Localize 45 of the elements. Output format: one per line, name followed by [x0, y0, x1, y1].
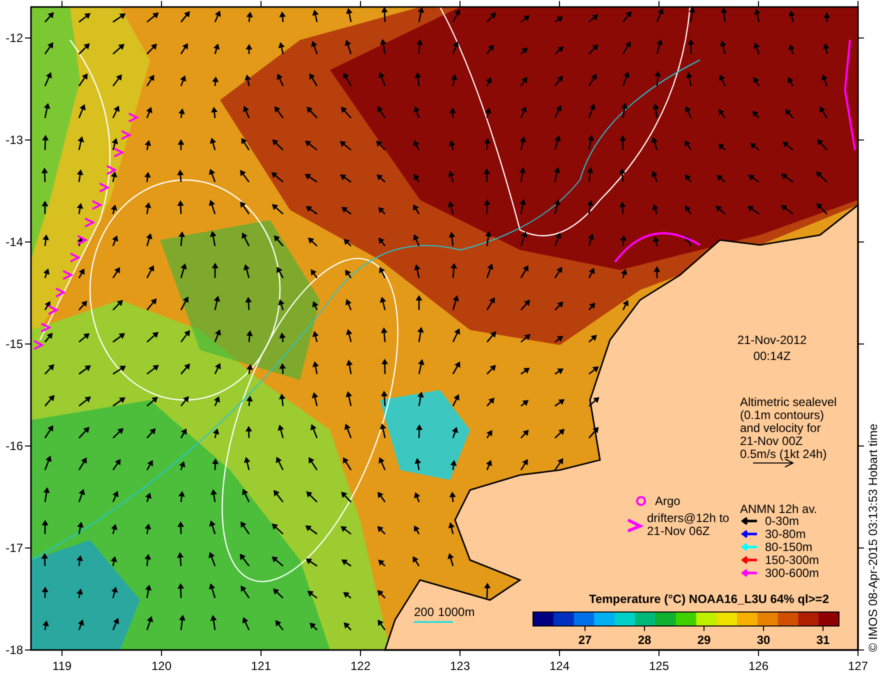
isobath-label: 1000m [438, 605, 475, 619]
axis-tick-label: 121 [250, 659, 272, 673]
axis-tick-label: 119 [52, 659, 72, 673]
axis-tick-label: 127 [848, 659, 868, 673]
axis-tick-label: 123 [450, 659, 470, 673]
axis-tick-label: -13 [6, 133, 23, 147]
legend-text: Altimetric sealevel [740, 395, 837, 409]
legend-text: 0-30m [765, 514, 800, 528]
colorbar-tick-label: 30 [756, 633, 770, 647]
colorbar-title: Temperature (°C) NOAA16_L3U 64% ql>=2 [589, 592, 829, 606]
colorbar-tick-label: 29 [697, 633, 711, 647]
legend-text: and velocity for [740, 421, 821, 435]
axis-tick-label: 124 [549, 659, 570, 673]
time-label: 00:14Z [753, 349, 791, 363]
legend-text: drifters@12h to [647, 511, 730, 525]
legend-text: 0.5m/s (1kt 24h) [740, 447, 827, 461]
colorbar-tick-label: 28 [638, 633, 652, 647]
drifter-marker [627, 518, 644, 532]
legend-title: ANMN 12h av. [740, 502, 818, 516]
reference-arrow [752, 458, 794, 468]
date-label: 21-Nov-2012 [737, 333, 807, 347]
isobath-legend-line [414, 621, 453, 623]
legend-text: 21-Nov 06Z [647, 524, 710, 538]
axis-tick-label: 126 [748, 659, 769, 673]
axis-tick-label: -12 [6, 31, 23, 45]
credit-text: © IMOS 08-Apr-2015 03:13:53 Hobart time [866, 424, 880, 652]
legend-text: 300-600m [765, 566, 820, 580]
axis-tick-label: -17 [6, 541, 23, 555]
legend-text: 150-300m [765, 553, 820, 567]
colorbar-tick-label: 27 [578, 633, 592, 647]
legend-text: (0.1m contours) [740, 408, 824, 422]
legend-text: Argo [655, 494, 680, 508]
legend-text: 21-Nov 00Z [740, 434, 803, 448]
axis-tick-label: -16 [6, 439, 23, 453]
axis-tick-label: -15 [6, 337, 23, 351]
axis-tick-label: -14 [6, 235, 23, 249]
axis-tick-label: 120 [151, 659, 172, 673]
axis-tick-label: 122 [350, 659, 371, 673]
legend-text: 80-150m [765, 540, 812, 554]
isobath-label: 200 [414, 605, 434, 619]
argo-marker [636, 496, 646, 506]
axis-tick-label: -18 [6, 643, 23, 657]
colorbar-tick-label: 31 [816, 633, 830, 647]
axis-tick-label: 125 [648, 659, 670, 673]
legend-text: 30-80m [765, 527, 806, 541]
